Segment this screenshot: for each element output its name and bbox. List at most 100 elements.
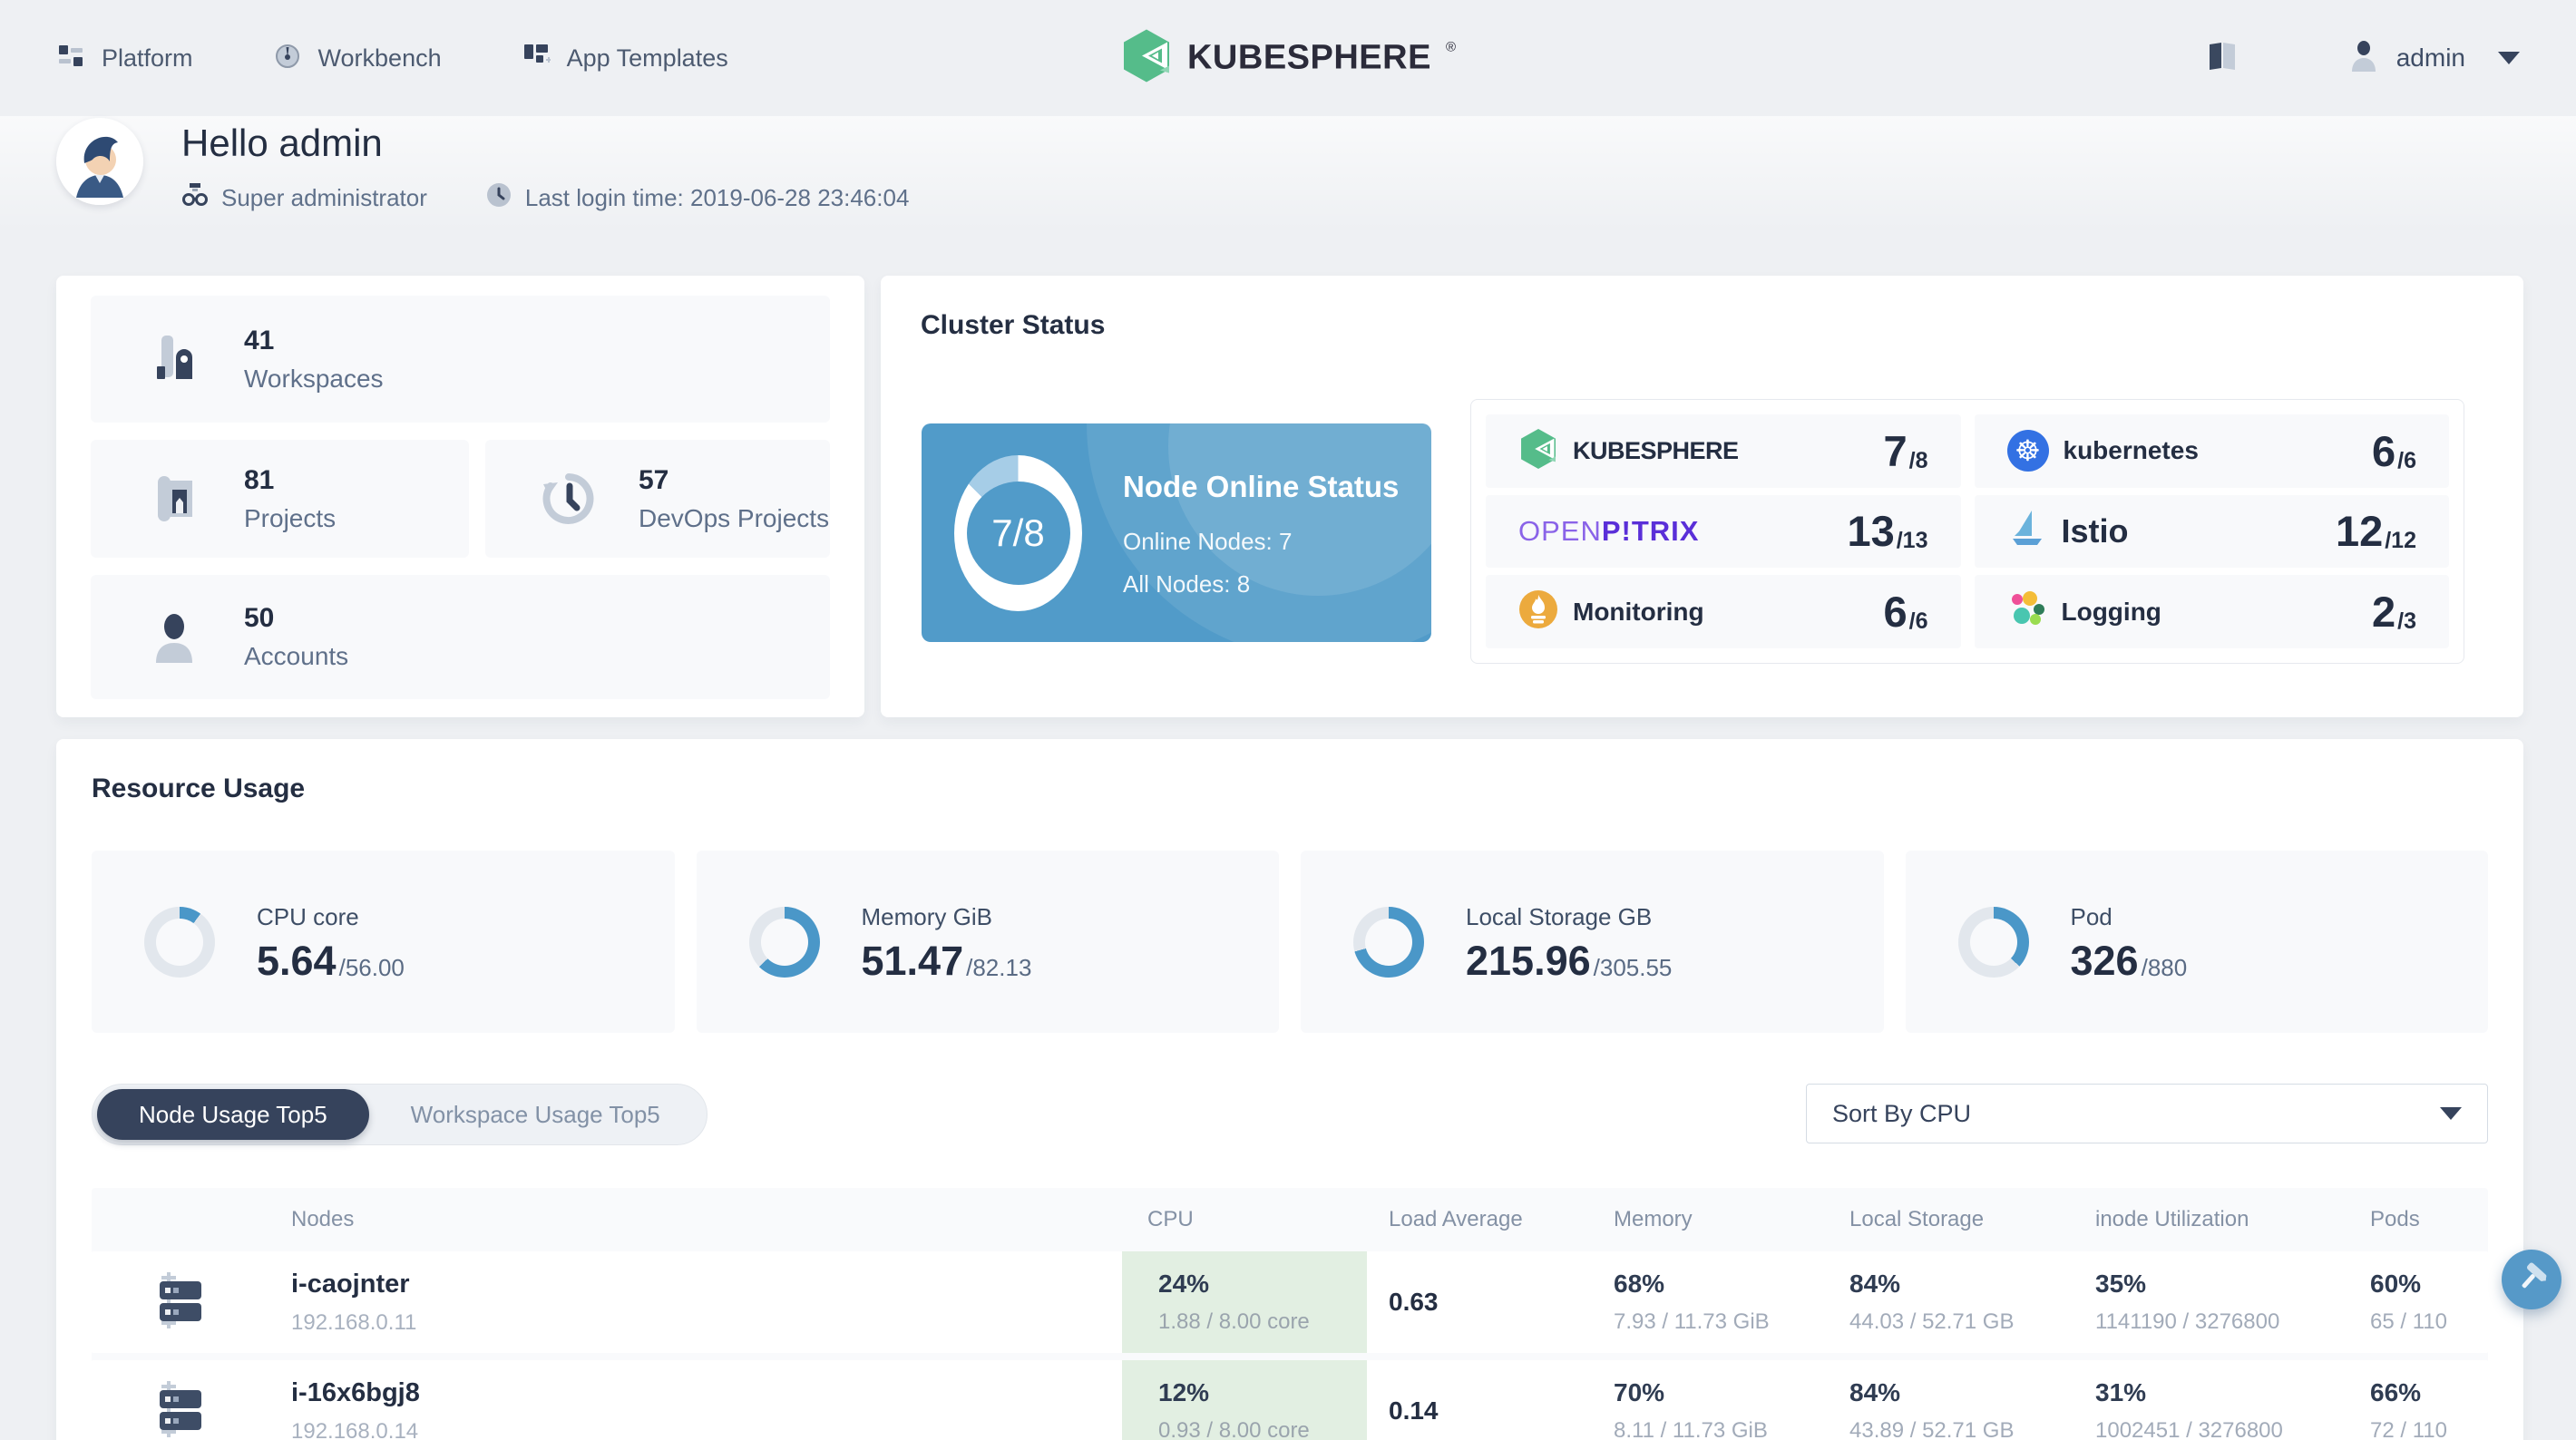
service-openpitrix-value: 13 [1847, 507, 1895, 556]
col-nodes: Nodes [291, 1207, 355, 1231]
node-icon [92, 1380, 207, 1440]
metric-storage-total: /305.55 [1593, 953, 1673, 981]
pods-percent: 66% [2370, 1378, 2422, 1406]
user-menu[interactable]: admin [2349, 40, 2520, 76]
inode-percent: 35% [2095, 1270, 2147, 1298]
cpu-percent: 12% [1158, 1378, 1210, 1406]
table-header: Nodes CPU Load Average Memory Local Stor… [92, 1188, 2488, 1251]
usage-tabs: Node Usage Top5 Workspace Usage Top5 [92, 1084, 707, 1145]
stat-devops-value: 57 [639, 464, 669, 495]
role-icon [181, 181, 209, 215]
kubesphere-logo-icon [1120, 28, 1173, 89]
docs-book-icon[interactable] [2204, 41, 2240, 76]
sort-by-dropdown[interactable]: Sort By CPU [1806, 1084, 2488, 1143]
service-logging-total: /3 [2397, 608, 2416, 635]
metric-pod-total: /880 [2141, 953, 2188, 981]
memory-percent: 68% [1614, 1270, 1665, 1298]
pods-detail: 72 / 110 [2370, 1418, 2447, 1440]
overview-stats-card: 41 Workspaces 81 Projects 57 DevOps Proj… [56, 276, 864, 717]
node-name: i-caojnter [291, 1269, 410, 1299]
storage-donut-chart [1353, 906, 1424, 978]
projects-icon [145, 470, 203, 528]
stat-accounts[interactable]: 50 Accounts [91, 575, 830, 699]
clock-icon [485, 181, 512, 215]
nav-workbench-label: Workbench [317, 44, 442, 72]
resource-usage-title: Resource Usage [92, 774, 306, 803]
col-load-average: Load Average [1389, 1207, 1523, 1231]
load-average-value: 0.14 [1389, 1396, 1439, 1425]
resource-usage-card: Resource Usage CPU core 5.64 /56.00 Memo… [56, 739, 2523, 1440]
stat-devops-label: DevOps Projects [639, 503, 830, 532]
prometheus-icon [1518, 589, 1558, 634]
node-usage-table: Nodes CPU Load Average Memory Local Stor… [92, 1188, 2488, 1440]
node-online-donut-chart: 7/8 [954, 454, 1082, 611]
user-icon [2349, 40, 2378, 76]
last-login-label: Last login time: 2019-06-28 23:46:04 [524, 184, 910, 211]
metric-storage-value: 215.96 [1466, 937, 1591, 984]
stat-devops-projects[interactable]: 57 DevOps Projects [485, 440, 830, 558]
cpu-percent: 24% [1158, 1270, 1210, 1298]
brand-name: KUBESPHERE [1186, 38, 1431, 77]
hammer-icon [2513, 1260, 2550, 1300]
metric-storage-label: Local Storage GB [1466, 902, 1653, 930]
user-role: Super administrator [181, 181, 427, 215]
last-login: Last login time: 2019-06-28 23:46:04 [485, 181, 910, 215]
inode-detail: 1141190 / 3276800 [2095, 1309, 2280, 1334]
workbench-icon [273, 42, 302, 75]
storage-detail: 44.03 / 52.71 GB [1849, 1309, 2015, 1334]
storage-detail: 43.89 / 52.71 GB [1849, 1418, 2015, 1440]
pods-detail: 65 / 110 [2370, 1309, 2447, 1334]
stat-projects[interactable]: 81 Projects [91, 440, 469, 558]
dropdown-caret-icon [2440, 1107, 2462, 1120]
avatar [56, 118, 143, 205]
user-name: admin [2395, 44, 2465, 72]
metric-memory-total: /82.13 [966, 953, 1032, 981]
service-kubesphere-name: KUBESPHERE [1573, 436, 1739, 464]
memory-detail: 7.93 / 11.73 GiB [1614, 1309, 1770, 1334]
node-ip: 192.168.0.14 [291, 1418, 419, 1440]
tab-node-usage-top5[interactable]: Node Usage Top5 [97, 1089, 369, 1140]
stat-workspaces[interactable]: 41 Workspaces [91, 296, 830, 423]
nav-app-templates[interactable]: App Templates [522, 42, 728, 75]
devops-history-icon [540, 470, 598, 528]
pods-percent: 60% [2370, 1270, 2422, 1298]
stat-workspaces-value: 41 [244, 325, 275, 355]
cluster-services-grid: KUBESPHERE 7 /8 ☸ kubernetes 6 /6 OPENP!… [1470, 399, 2464, 664]
stat-projects-label: Projects [244, 503, 337, 532]
stat-workspaces-label: Workspaces [244, 364, 384, 393]
nav-workbench[interactable]: Workbench [273, 42, 442, 75]
service-openpitrix: OPENP!TRIX 13 /13 [1486, 494, 1961, 569]
node-name: i-16x6bgj8 [291, 1377, 420, 1407]
brand-registered-mark: ® [1445, 39, 1457, 55]
elasticsearch-icon [2007, 589, 2047, 634]
service-istio-name: Istio [2061, 511, 2129, 550]
toolbox-button[interactable] [2502, 1250, 2561, 1309]
col-memory: Memory [1614, 1207, 1693, 1231]
kubernetes-icon: ☸ [2006, 430, 2049, 472]
resource-metrics: CPU core 5.64 /56.00 Memory GiB 51.47 /8… [92, 851, 2488, 1033]
service-logging: Logging 2 /3 [1974, 575, 2449, 648]
node-online-status-heading: Node Online Status [1123, 470, 1400, 504]
memory-percent: 70% [1614, 1378, 1665, 1406]
service-monitoring-value: 6 [1883, 588, 1908, 637]
metric-pod: Pod 326 /880 [1905, 851, 2488, 1033]
metric-cpu-label: CPU core [257, 902, 359, 930]
metric-pod-value: 326 [2070, 937, 2139, 984]
greeting-title: Hello admin [181, 122, 383, 164]
memory-donut-chart [748, 906, 820, 978]
metric-memory-label: Memory GiB [861, 902, 992, 930]
tab-workspace-usage-top5[interactable]: Workspace Usage Top5 [369, 1089, 702, 1140]
table-row[interactable]: i-caojnter 192.168.0.11 24% 1.88 / 8.00 … [92, 1251, 2488, 1353]
accounts-icon [145, 608, 203, 666]
nav-platform-label: Platform [102, 44, 193, 72]
inode-detail: 1002451 / 3276800 [2095, 1418, 2283, 1440]
usage-toolbar: Node Usage Top5 Workspace Usage Top5 Sor… [92, 1084, 2488, 1145]
sort-by-value: Sort By CPU [1832, 1099, 1972, 1127]
service-kubernetes-value: 6 [2372, 426, 2396, 475]
pod-donut-chart [1957, 906, 2029, 978]
stat-accounts-value: 50 [244, 603, 275, 633]
service-logging-name: Logging [2061, 597, 2161, 626]
nav-platform[interactable]: Platform [56, 42, 193, 75]
table-row[interactable]: i-16x6bgj8 192.168.0.14 12% 0.93 / 8.00 … [92, 1360, 2488, 1440]
kubesphere-logo[interactable]: KUBESPHERE ® [1120, 28, 1456, 89]
